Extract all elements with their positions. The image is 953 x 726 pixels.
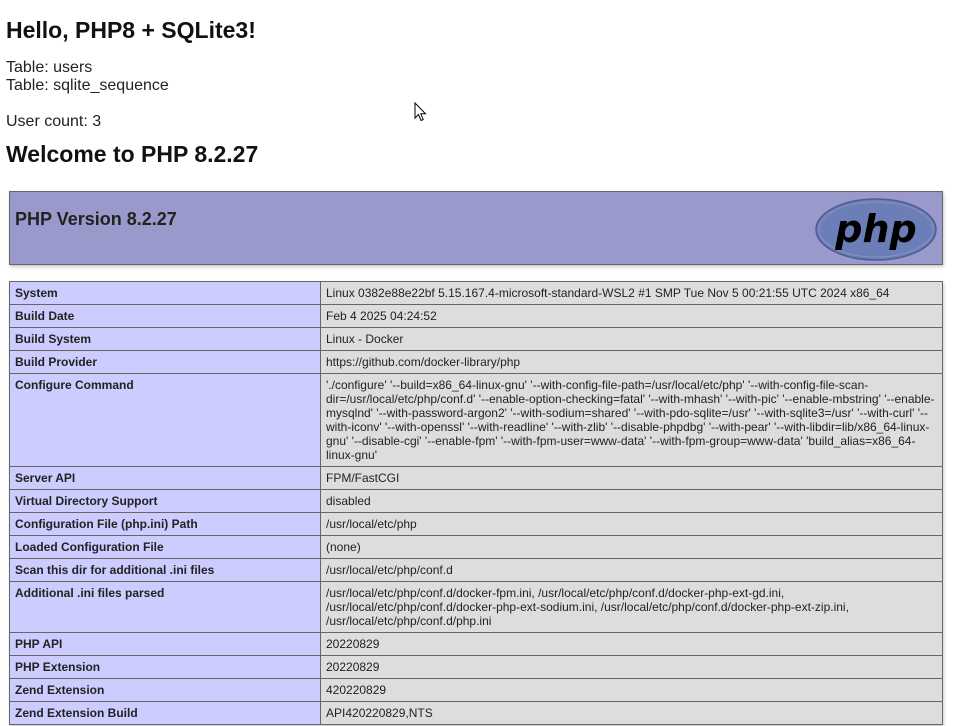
row-key: Configure Command xyxy=(9,373,321,467)
row-key: Additional .ini files parsed xyxy=(9,581,321,633)
table-row: Configuration File (php.ini) Path/usr/lo… xyxy=(9,512,943,536)
php-logo[interactable]: php xyxy=(815,198,937,261)
row-value: API420220829,NTS xyxy=(320,701,943,725)
table-row: Virtual Directory Support disabled xyxy=(9,489,943,513)
row-key: Build System xyxy=(9,327,321,351)
row-key: Virtual Directory Support xyxy=(9,489,321,513)
table-row: Build System Linux - Docker xyxy=(9,327,943,351)
row-key: Loaded Configuration File xyxy=(9,535,321,559)
row-value: /usr/local/etc/php/conf.d/docker-fpm.ini… xyxy=(320,581,943,633)
table-row: Configure Command './configure' '--build=… xyxy=(9,373,943,467)
table-row: Build Date Feb 4 2025 04:24:52 xyxy=(9,304,943,328)
row-value: 20220829 xyxy=(320,655,943,679)
table-row: Additional .ini files parsed/usr/local/e… xyxy=(9,581,943,633)
row-key: Zend Extension Build xyxy=(9,701,321,725)
row-value: /usr/local/etc/php xyxy=(320,512,943,536)
row-value: 20220829 xyxy=(320,632,943,656)
phpinfo-table: System Linux 0382e88e22bf 5.15.167.4-micr… xyxy=(9,281,943,725)
row-value: Linux - Docker xyxy=(320,327,943,351)
row-key: Configuration File (php.ini) Path xyxy=(9,512,321,536)
row-value: 420220829 xyxy=(320,678,943,702)
row-key: Scan this dir for additional .ini files xyxy=(9,558,321,582)
mouse-pointer-icon xyxy=(414,102,427,122)
row-value: FPM/FastCGI xyxy=(320,466,943,490)
row-key: PHP Extension xyxy=(9,655,321,679)
welcome-heading: Welcome to PHP 8.2.27 xyxy=(6,141,259,167)
table-list-item: Table: sqlite_sequence xyxy=(6,77,169,94)
table-row: Zend Extension Build API420220829,NTS xyxy=(9,701,943,725)
user-count: User count: 3 xyxy=(6,113,102,130)
row-value: https://github.com/docker-library/php xyxy=(320,350,943,374)
table-row: Loaded Configuration File (none) xyxy=(9,535,943,559)
php-logo-text: php xyxy=(834,207,916,251)
row-value: disabled xyxy=(320,489,943,513)
row-key: Server API xyxy=(9,466,321,490)
table-row: Server API FPM/FastCGI xyxy=(9,466,943,490)
row-key: System xyxy=(9,281,321,305)
row-value: (none) xyxy=(320,535,943,559)
hello-heading: Hello, PHP8 + SQLite3! xyxy=(6,17,256,43)
phpinfo-header: PHP Version 8.2.27 php xyxy=(9,191,943,265)
page-body: Hello, PHP8 + SQLite3! Table: users Tabl… xyxy=(0,0,953,167)
table-list: Table: users Table: sqlite_sequence xyxy=(6,59,947,95)
table-list-item: Table: users xyxy=(6,59,93,76)
row-key: PHP API xyxy=(9,632,321,656)
table-row: Zend Extension 420220829 xyxy=(9,678,943,702)
table-row: PHP Extension 20220829 xyxy=(9,655,943,679)
table-row: PHP API 20220829 xyxy=(9,632,943,656)
row-value: Feb 4 2025 04:24:52 xyxy=(320,304,943,328)
row-value: /usr/local/etc/php/conf.d xyxy=(320,558,943,582)
row-key: Build Date xyxy=(9,304,321,328)
php-version-title: PHP Version 8.2.27 xyxy=(15,209,177,229)
row-value: './configure' '--build=x86_64-linux-gnu'… xyxy=(320,373,943,467)
row-value: Linux 0382e88e22bf 5.15.167.4-microsoft-… xyxy=(320,281,943,305)
row-key: Build Provider xyxy=(9,350,321,374)
table-row: Scan this dir for additional .ini files /… xyxy=(9,558,943,582)
row-key: Zend Extension xyxy=(9,678,321,702)
table-row: System Linux 0382e88e22bf 5.15.167.4-micr… xyxy=(9,281,943,305)
table-row: Build Provider https://github.com/docker-… xyxy=(9,350,943,374)
phpinfo-panel: PHP Version 8.2.27 php System Linux 0382e… xyxy=(9,191,943,725)
